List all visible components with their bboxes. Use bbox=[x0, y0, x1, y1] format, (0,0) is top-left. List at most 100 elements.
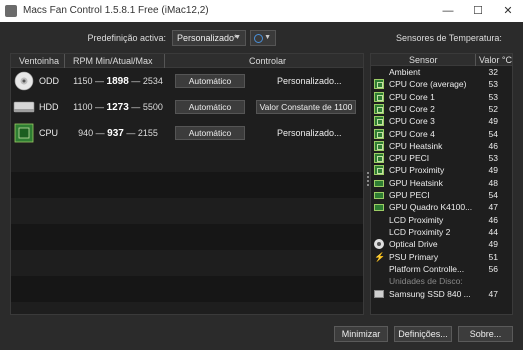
title-bar: Macs Fan Control 1.5.8.1 Free (iMac12,2)… bbox=[0, 0, 523, 22]
sensor-name: CPU Core (average) bbox=[389, 79, 467, 90]
sensor-name: CPU Heatsink bbox=[389, 140, 443, 151]
sensor-name: Platform Controlle... bbox=[389, 263, 465, 274]
sensor-row[interactable]: LCD Proximity 46 bbox=[371, 214, 512, 226]
control-custom[interactable]: Personalizado... bbox=[277, 76, 342, 86]
preset-label: Predefinição activa: bbox=[87, 33, 166, 43]
sensor-name: Optical Drive bbox=[389, 239, 438, 250]
fan-rpm: 1150 — 1898 — 2534 bbox=[73, 76, 163, 87]
fan-name: ODD bbox=[39, 76, 59, 86]
cpu-icon bbox=[374, 128, 384, 139]
sensor-row[interactable]: GPU Quadro K4100... 47 bbox=[371, 201, 512, 213]
window-maximize-button[interactable]: ☐ bbox=[463, 0, 493, 22]
sensor-row[interactable]: LCD Proximity 2 44 bbox=[371, 226, 512, 238]
cpu-icon bbox=[374, 153, 384, 164]
sensor-value: 54 bbox=[488, 128, 498, 139]
sensors-table: Sensor Valor °C Ambient 32 CPU Core (ave… bbox=[370, 53, 513, 315]
circle-icon bbox=[254, 34, 263, 43]
cpu-icon bbox=[374, 116, 384, 127]
gpu-icon bbox=[374, 179, 384, 187]
chevron-down-icon: ▼ bbox=[264, 34, 271, 41]
app-icon bbox=[5, 5, 17, 17]
sensor-name: PSU Primary bbox=[389, 251, 439, 262]
sensor-row[interactable]: CPU Core 2 52 bbox=[371, 103, 512, 115]
chevron-down-icon: ▼ bbox=[234, 34, 241, 41]
auto-button[interactable]: Automático bbox=[175, 74, 245, 88]
sensor-name: CPU Core 2 bbox=[389, 103, 435, 114]
sensor-name: CPU Core 3 bbox=[389, 116, 435, 127]
cpu-icon bbox=[374, 103, 384, 114]
sensor-row[interactable]: CPU Core 3 49 bbox=[371, 115, 512, 127]
sensor-row[interactable]: CPU Core 4 54 bbox=[371, 128, 512, 140]
sensor-name: CPU PECI bbox=[389, 153, 430, 164]
sensor-value: 48 bbox=[488, 177, 498, 188]
sensor-value: 49 bbox=[488, 116, 498, 127]
empty-row bbox=[11, 276, 363, 302]
sensor-row[interactable]: CPU Heatsink 46 bbox=[371, 140, 512, 152]
control-custom[interactable]: Personalizado... bbox=[277, 128, 342, 138]
sensor-value: 51 bbox=[488, 251, 498, 262]
fan-rpm: 940 — 937 — 2155 bbox=[78, 128, 158, 139]
sensor-value: 44 bbox=[488, 226, 498, 237]
fan-name: CPU bbox=[39, 128, 59, 138]
about-button[interactable]: Sobre... bbox=[458, 326, 513, 342]
column-fan: Ventoinha bbox=[19, 56, 60, 66]
ssd-icon bbox=[374, 290, 384, 298]
preset-dropdown[interactable]: Personalizado* ▼ bbox=[172, 30, 246, 46]
sensor-name: LCD Proximity 2 bbox=[389, 226, 451, 237]
empty-row bbox=[11, 224, 363, 250]
minimize-button[interactable]: Minimizar bbox=[334, 326, 388, 342]
window-minimize-button[interactable]: — bbox=[433, 0, 463, 22]
auto-button[interactable]: Automático bbox=[175, 126, 245, 140]
column-rpm: RPM Min/Atual/Max bbox=[73, 56, 153, 66]
sensor-value: 47 bbox=[488, 289, 498, 299]
sensor-value: 53 bbox=[488, 91, 498, 102]
sensor-row[interactable]: GPU PECI 54 bbox=[371, 189, 512, 201]
fan-name: HDD bbox=[39, 102, 59, 112]
optical-drive-icon bbox=[374, 239, 384, 250]
sensor-value: 49 bbox=[488, 239, 498, 250]
sensor-row[interactable]: CPU Proximity 49 bbox=[371, 164, 512, 176]
sensor-row[interactable]: Samsung SSD 840 ... 47 bbox=[371, 288, 512, 300]
empty-row bbox=[11, 172, 363, 198]
cpu-chip-icon bbox=[13, 123, 35, 143]
sensor-name: GPU Quadro K4100... bbox=[389, 202, 473, 213]
sensor-row[interactable]: CPU PECI 53 bbox=[371, 152, 512, 164]
window-close-button[interactable]: ✕ bbox=[493, 0, 523, 22]
sensor-row[interactable]: GPU Heatsink 48 bbox=[371, 177, 512, 189]
sensor-name: GPU PECI bbox=[389, 190, 430, 200]
optical-drive-icon bbox=[13, 71, 35, 91]
auto-button[interactable]: Automático bbox=[175, 100, 245, 114]
sensor-name: CPU Proximity bbox=[389, 165, 445, 176]
sensor-row[interactable]: CPU Core (average) 53 bbox=[371, 78, 512, 90]
sensor-value: 54 bbox=[488, 190, 498, 200]
fan-row: CPU 940 — 937 — 2155 Automático Personal… bbox=[11, 120, 363, 146]
constant-value-button[interactable]: Valor Constante de 1100 bbox=[256, 100, 356, 114]
sensor-name: CPU Core 4 bbox=[389, 128, 435, 139]
sensor-value: 47 bbox=[488, 202, 498, 213]
fan-row: ODD 1150 — 1898 — 2534 Automático Person… bbox=[11, 68, 363, 94]
sensor-row[interactable]: ⚡ PSU Primary 51 bbox=[371, 251, 512, 263]
cpu-icon bbox=[374, 165, 384, 176]
preset-row: Predefinição activa: Personalizado* ▼ ▼ bbox=[0, 30, 370, 46]
settings-button[interactable]: Definições... bbox=[394, 326, 452, 342]
sensor-name: Ambient bbox=[389, 67, 421, 77]
sensor-row[interactable]: CPU Core 1 53 bbox=[371, 91, 512, 103]
sensor-row[interactable]: Platform Controlle... 56 bbox=[371, 263, 512, 275]
sensor-row[interactable]: Ambient 32 bbox=[371, 66, 512, 78]
sensors-table-header: Sensor Valor °C bbox=[371, 54, 512, 66]
cpu-icon bbox=[374, 140, 384, 151]
cpu-icon bbox=[374, 91, 384, 102]
theme-dropdown[interactable]: ▼ bbox=[250, 30, 276, 46]
sensor-name: LCD Proximity bbox=[389, 214, 444, 225]
window-title: Macs Fan Control 1.5.8.1 Free (iMac12,2) bbox=[23, 5, 209, 16]
sensors-title: Sensores de Temperatura: bbox=[396, 33, 502, 43]
sensor-value: 46 bbox=[488, 140, 498, 151]
sensor-row[interactable]: Optical Drive 49 bbox=[371, 238, 512, 250]
column-value: Valor °C bbox=[479, 55, 512, 65]
sensor-value: 52 bbox=[488, 103, 498, 114]
sensor-name: Samsung SSD 840 ... bbox=[389, 289, 471, 299]
column-sensor: Sensor bbox=[409, 55, 438, 65]
sensor-value: 56 bbox=[488, 263, 498, 274]
gpu-icon bbox=[374, 192, 384, 199]
gpu-icon bbox=[374, 204, 384, 212]
